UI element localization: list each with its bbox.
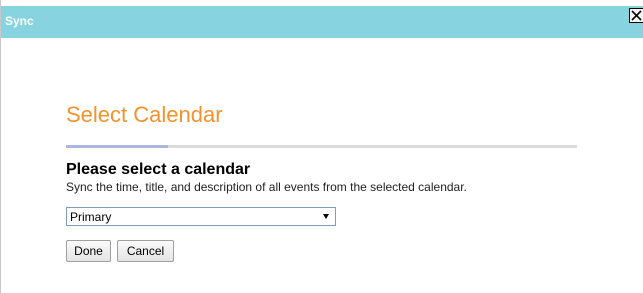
- close-button[interactable]: [629, 8, 643, 23]
- step-progress-bar: [66, 145, 577, 148]
- section-title: Please select a calendar: [66, 161, 251, 178]
- step-progress-fill: [66, 145, 169, 148]
- done-button[interactable]: Done: [66, 240, 111, 262]
- calendar-select[interactable]: Primary: [66, 207, 336, 226]
- window-title: Sync: [5, 14, 34, 28]
- cancel-button[interactable]: Cancel: [117, 240, 174, 262]
- section-description: Sync the time, title, and description of…: [66, 180, 467, 194]
- page-heading: Select Calendar: [66, 102, 223, 127]
- calendar-select-value: Primary: [70, 210, 112, 224]
- sync-window: Sync Select Calendar Please select a cal…: [0, 0, 643, 293]
- title-bar: Sync: [1, 6, 643, 38]
- close-x-icon: [631, 10, 642, 21]
- chevron-down-icon: [323, 214, 329, 219]
